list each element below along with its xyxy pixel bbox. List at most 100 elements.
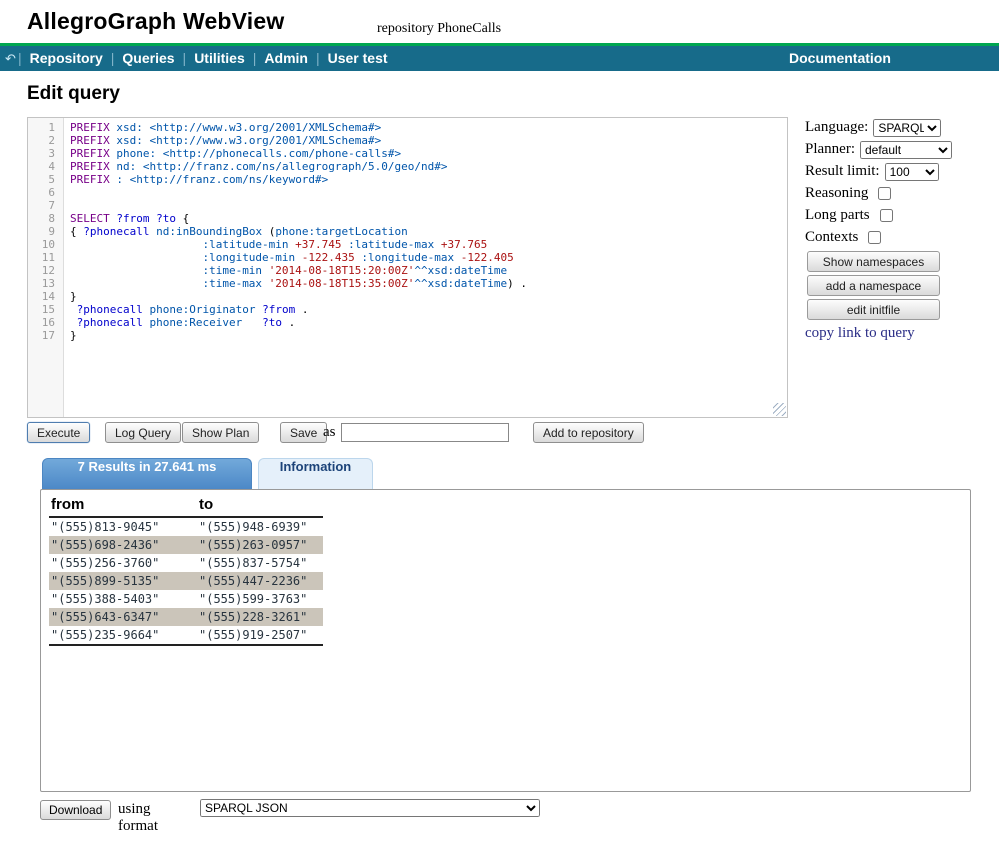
table-cell: "(555)899-5135" [49,572,197,590]
table-cell: "(555)256-3760" [49,554,197,572]
planner-select[interactable]: default [860,141,952,159]
code-line: PREFIX nd: <http://franz.com/ns/allegrog… [70,160,787,173]
results-table: fromto "(555)813-9045""(555)948-6939""(5… [49,495,323,646]
code-line: PREFIX xsd: <http://www.w3.org/2001/XMLS… [70,134,787,147]
line-number: 8 [28,212,63,225]
nav-item-queries[interactable]: Queries [114,50,182,66]
line-number: 5 [28,173,63,186]
language-label: Language: [805,119,868,136]
line-number: 14 [28,290,63,303]
edit-initfile-button[interactable]: edit initfile [807,299,940,320]
nav-item-admin[interactable]: Admin [256,50,316,66]
code-line [70,186,787,199]
reasoning-checkbox[interactable] [878,187,891,200]
contexts-checkbox[interactable] [868,231,881,244]
long-parts-label: Long parts [805,207,870,224]
table-cell: "(555)837-5754" [197,554,323,572]
nav-item-repository[interactable]: Repository [22,50,111,66]
format-select[interactable]: SPARQL JSON [200,799,540,817]
reasoning-label: Reasoning [805,185,868,202]
language-select[interactable]: SPARQL [873,119,941,137]
code-line: :longitude-min -122.435 :longitude-max -… [70,251,787,264]
planner-row: Planner: default [805,139,980,160]
table-cell: "(555)388-5403" [49,590,197,608]
add-to-repository-button[interactable]: Add to repository [533,422,644,443]
tab-results[interactable]: 7 Results in 27.641 ms [42,458,252,489]
line-number: 3 [28,147,63,160]
repository-label: repository PhoneCalls [377,21,501,37]
save-button[interactable]: Save [280,422,327,443]
app-root: AllegroGraph WebView repository PhoneCal… [0,0,999,848]
code-line: PREFIX : <http://franz.com/ns/keyword#> [70,173,787,186]
navbar: ↶ |Repository|Queries|Utilities|Admin|Us… [0,46,999,71]
line-number: 7 [28,199,63,212]
code-line: :time-min '2014-08-18T15:20:00Z'^^xsd:da… [70,264,787,277]
result-limit-select[interactable]: 100 [885,163,939,181]
line-number: 1 [28,121,63,134]
format-label: using format [118,801,158,835]
save-name-input[interactable] [341,423,509,442]
contexts-row: Contexts [805,227,980,248]
editor-gutter: 1234567891011121314151617 [28,118,64,417]
planner-label: Planner: [805,141,855,158]
back-arrow-icon[interactable]: ↶ [5,46,16,71]
nav-item-user-test[interactable]: User test [320,50,396,66]
nav-item-utilities[interactable]: Utilities [186,50,253,66]
table-cell: "(555)447-2236" [197,572,323,590]
contexts-label: Contexts [805,229,858,246]
save-as-label: as [323,424,336,441]
code-line: PREFIX xsd: <http://www.w3.org/2001/XMLS… [70,121,787,134]
line-number: 4 [28,160,63,173]
table-cell: "(555)813-9045" [49,517,197,536]
table-row: "(555)388-5403""(555)599-3763" [49,590,323,608]
nav-items: |Repository|Queries|Utilities|Admin|User… [18,46,396,71]
code-line: ?phonecall phone:Receiver ?to . [70,316,787,329]
table-cell: "(555)919-2507" [197,626,323,645]
results-panel: fromto "(555)813-9045""(555)948-6939""(5… [40,489,971,792]
query-options-panel: Language: SPARQL Planner: default Result… [805,117,980,342]
line-number: 12 [28,264,63,277]
resize-handle[interactable] [773,403,786,416]
execute-button[interactable]: Execute [27,422,90,443]
language-row: Language: SPARQL [805,117,980,138]
tab-information[interactable]: Information [258,458,373,489]
show-namespaces-button[interactable]: Show namespaces [807,251,940,272]
column-header-from: from [49,495,197,517]
table-cell: "(555)948-6939" [197,517,323,536]
show-plan-button[interactable]: Show Plan [182,422,259,443]
table-cell: "(555)643-6347" [49,608,197,626]
long-parts-row: Long parts [805,205,980,226]
download-button[interactable]: Download [40,800,111,820]
line-number: 17 [28,329,63,342]
add-namespace-button[interactable]: add a namespace [807,275,940,296]
long-parts-checkbox[interactable] [880,209,893,222]
nav-item-documentation[interactable]: Documentation [789,46,891,71]
line-number: 16 [28,316,63,329]
editor-code-area[interactable]: PREFIX xsd: <http://www.w3.org/2001/XMLS… [65,118,787,417]
table-row: "(555)899-5135""(555)447-2236" [49,572,323,590]
table-cell: "(555)235-9664" [49,626,197,645]
table-row: "(555)698-2436""(555)263-0957" [49,536,323,554]
table-row: "(555)643-6347""(555)228-3261" [49,608,323,626]
code-line: SELECT ?from ?to { [70,212,787,225]
table-cell: "(555)698-2436" [49,536,197,554]
log-query-button[interactable]: Log Query [105,422,181,443]
result-limit-label: Result limit: [805,163,880,180]
page-title: Edit query [27,83,120,105]
code-line: PREFIX phone: <http://phonecalls.com/pho… [70,147,787,160]
copy-link-to-query[interactable]: copy link to query [805,325,980,342]
table-cell: "(555)228-3261" [197,608,323,626]
table-row: "(555)256-3760""(555)837-5754" [49,554,323,572]
table-cell: "(555)263-0957" [197,536,323,554]
code-line: ?phonecall phone:Originator ?from . [70,303,787,316]
code-line: } [70,329,787,342]
code-line: } [70,290,787,303]
code-line [70,199,787,212]
line-number: 11 [28,251,63,264]
result-limit-row: Result limit: 100 [805,161,980,182]
line-number: 15 [28,303,63,316]
line-number: 2 [28,134,63,147]
app-title: AllegroGraph WebView [27,8,284,35]
table-row: "(555)813-9045""(555)948-6939" [49,517,323,536]
query-editor[interactable]: 1234567891011121314151617 PREFIX xsd: <h… [27,117,788,418]
